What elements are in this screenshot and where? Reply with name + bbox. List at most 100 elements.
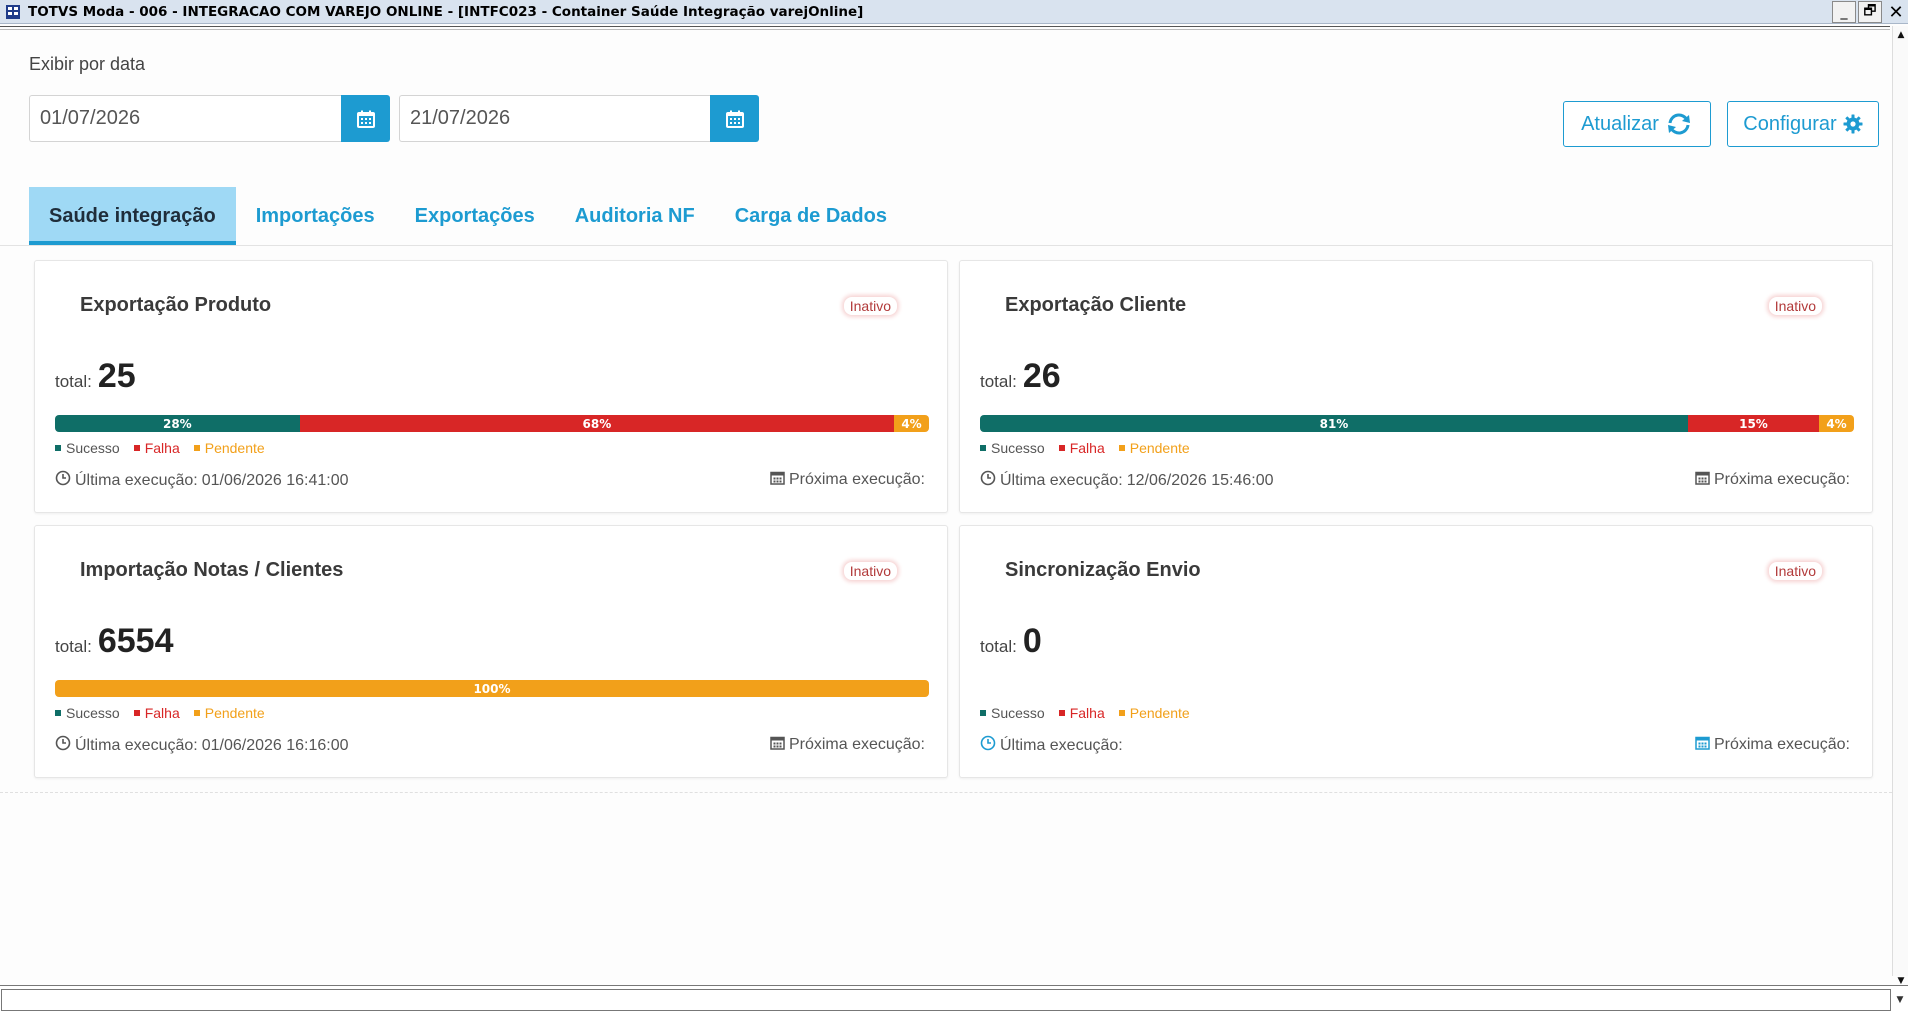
next-execution: Próxima execução: bbox=[1695, 735, 1854, 755]
next-execution: Próxima execução: bbox=[1695, 470, 1854, 490]
tab-bar: Saúde integração Importações Exportações… bbox=[29, 187, 907, 245]
clock-icon bbox=[980, 735, 996, 756]
clock-icon bbox=[55, 470, 71, 491]
next-execution: Próxima execução: bbox=[770, 470, 929, 490]
calendar-icon bbox=[1695, 470, 1710, 490]
last-execution: Última execução: 12/06/2026 15:46:00 bbox=[980, 470, 1274, 491]
end-date-group: 21/07/2026 bbox=[399, 95, 759, 142]
tab-carga-de-dados[interactable]: Carga de Dados bbox=[715, 187, 907, 245]
card-importacao-notas-clientes: Importação Notas / Clientes Inativo total:… bbox=[34, 525, 948, 778]
content-bottom-divider bbox=[0, 792, 1892, 793]
card-title: Sincronização Envio bbox=[1005, 559, 1201, 581]
restore-button[interactable]: 🗗 bbox=[1858, 1, 1882, 23]
last-execution: Última execução: bbox=[980, 735, 1127, 756]
legend-failure: Falha bbox=[1058, 705, 1105, 721]
configure-button[interactable]: Configurar bbox=[1727, 101, 1879, 147]
legend-pending: Pendente bbox=[1118, 705, 1190, 721]
legend-success: Sucesso bbox=[55, 705, 120, 721]
last-execution-value: 01/06/2026 16:16:00 bbox=[201, 736, 349, 754]
card-exportacao-cliente: Exportação Cliente Inativo total: 26 81% 15% 4… bbox=[959, 260, 1873, 513]
end-date-input[interactable]: 21/07/2026 bbox=[399, 95, 710, 142]
legend-pending: Pendente bbox=[1118, 440, 1190, 456]
legend-pending: Pendente bbox=[193, 705, 265, 721]
calendar-icon bbox=[725, 110, 744, 128]
card-sincronizacao-envio: Sincronização Envio Inativo total: 0 Sucesso… bbox=[959, 525, 1873, 778]
legend-success: Sucesso bbox=[980, 705, 1045, 721]
bar-segment-failure: 15% bbox=[1687, 415, 1820, 432]
last-execution-value: 01/06/2026 16:41:00 bbox=[201, 471, 349, 489]
status-badge: Inativo bbox=[843, 297, 897, 315]
bar-segment-pending: 4% bbox=[894, 415, 929, 432]
bar-segment-success: 28% bbox=[55, 415, 300, 432]
calendar-icon bbox=[356, 110, 375, 128]
close-button[interactable]: ✕ bbox=[1884, 1, 1908, 23]
start-date-calendar-button[interactable] bbox=[341, 95, 390, 142]
bar-segment-pending: 100% bbox=[55, 680, 929, 697]
status-bar: ▼ bbox=[0, 985, 1908, 1014]
legend-failure: Falha bbox=[1058, 440, 1105, 456]
scroll-up-icon[interactable]: ▲ bbox=[1893, 28, 1908, 42]
legend-success: Sucesso bbox=[980, 440, 1045, 456]
progress-bar: 100% bbox=[55, 680, 929, 697]
total-label: total: bbox=[55, 372, 92, 391]
status-badge: Inativo bbox=[843, 562, 897, 580]
status-badge: Inativo bbox=[1768, 562, 1822, 580]
tab-exportacoes[interactable]: Exportações bbox=[395, 187, 555, 245]
card-title: Exportação Produto bbox=[80, 294, 272, 316]
bar-segment-failure: 68% bbox=[299, 415, 895, 432]
total-value: 6554 bbox=[97, 622, 174, 660]
total-label: total: bbox=[55, 637, 92, 656]
start-date-group: 01/07/2026 bbox=[29, 95, 390, 142]
tab-saude-integracao[interactable]: Saúde integração bbox=[29, 187, 236, 245]
gear-icon bbox=[1843, 114, 1863, 134]
refresh-button-label: Atualizar bbox=[1581, 112, 1659, 135]
legend: Sucesso Falha Pendente bbox=[980, 705, 1190, 721]
tab-importacoes[interactable]: Importações bbox=[236, 187, 395, 245]
minimize-button[interactable]: _ bbox=[1832, 1, 1856, 23]
end-date-calendar-button[interactable] bbox=[710, 95, 759, 142]
calendar-icon bbox=[1695, 735, 1710, 755]
progress-bar: 28% 68% 4% bbox=[55, 415, 929, 432]
frame-line-top-inner bbox=[0, 29, 1890, 30]
total-value: 0 bbox=[1022, 622, 1042, 660]
progress-bar: 81% 15% 4% bbox=[980, 415, 1854, 432]
total-label: total: bbox=[980, 637, 1017, 656]
legend: Sucesso Falha Pendente bbox=[55, 705, 265, 721]
card-title: Importação Notas / Clientes bbox=[80, 559, 344, 581]
total-value: 26 bbox=[1022, 357, 1061, 395]
legend-failure: Falha bbox=[133, 440, 180, 456]
clock-icon bbox=[55, 735, 71, 756]
card-title: Exportação Cliente bbox=[1005, 294, 1187, 316]
legend: Sucesso Falha Pendente bbox=[980, 440, 1190, 456]
progress-bar bbox=[980, 680, 1854, 697]
tab-auditoria-nf[interactable]: Auditoria NF bbox=[555, 187, 715, 245]
refresh-icon bbox=[1667, 113, 1690, 135]
frame-line-top bbox=[0, 26, 1890, 27]
tab-divider bbox=[0, 245, 1892, 246]
clock-icon bbox=[980, 470, 996, 491]
next-execution: Próxima execução: bbox=[770, 735, 929, 755]
legend: Sucesso Falha Pendente bbox=[55, 440, 265, 456]
start-date-input[interactable]: 01/07/2026 bbox=[29, 95, 341, 142]
legend-failure: Falha bbox=[133, 705, 180, 721]
last-execution: Última execução: 01/06/2026 16:41:00 bbox=[55, 470, 349, 491]
last-execution-value: 12/06/2026 15:46:00 bbox=[1126, 471, 1274, 489]
legend-success: Sucesso bbox=[55, 440, 120, 456]
card-exportacao-produto: Exportação Produto Inativo total: 25 28% 68% 4… bbox=[34, 260, 948, 513]
app-icon bbox=[4, 3, 22, 21]
configure-button-label: Configurar bbox=[1743, 112, 1837, 135]
chevron-down-icon[interactable]: ▼ bbox=[1892, 989, 1908, 1011]
vertical-scrollbar[interactable]: ▲ ▼ bbox=[1892, 26, 1908, 986]
window-titlebar: TOTVS Moda - 006 - INTEGRACAO COM VAREJO… bbox=[0, 0, 1908, 24]
bar-segment-success: 81% bbox=[980, 415, 1688, 432]
last-execution: Última execução: 01/06/2026 16:16:00 bbox=[55, 735, 349, 756]
bar-segment-pending: 4% bbox=[1819, 415, 1854, 432]
legend-pending: Pendente bbox=[193, 440, 265, 456]
date-filter-label: Exibir por data bbox=[29, 54, 146, 74]
refresh-button[interactable]: Atualizar bbox=[1563, 101, 1711, 147]
status-field[interactable] bbox=[1, 989, 1891, 1011]
calendar-icon bbox=[770, 735, 785, 755]
window-title: TOTVS Moda - 006 - INTEGRACAO COM VAREJO… bbox=[28, 3, 864, 20]
total-value: 25 bbox=[97, 357, 136, 395]
status-badge: Inativo bbox=[1768, 297, 1822, 315]
